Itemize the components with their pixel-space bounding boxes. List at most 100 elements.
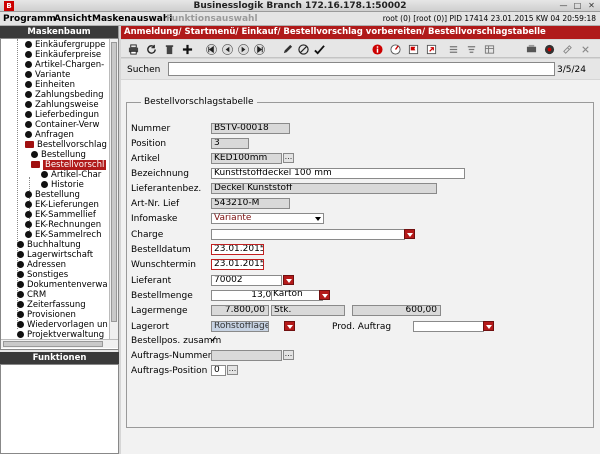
- tree-item[interactable]: Provisionen: [17, 310, 76, 320]
- menu-ansicht[interactable]: Ansicht: [54, 14, 92, 24]
- tree-item[interactable]: Wiedervorlagen un: [17, 320, 108, 330]
- prod-auftrag-dropdown-icon[interactable]: [483, 321, 494, 331]
- export-icon[interactable]: [425, 43, 437, 55]
- menu-funktionsauswahl[interactable]: Funktionsauswahl: [166, 14, 258, 24]
- attach-icon[interactable]: [543, 43, 555, 55]
- auftrags-nummer-field[interactable]: [211, 350, 282, 361]
- tree-item-selected[interactable]: Bestellvorschl: [31, 160, 107, 170]
- link-icon[interactable]: [561, 43, 573, 55]
- artikel-field[interactable]: KED100mm: [211, 153, 282, 164]
- add-icon[interactable]: [181, 43, 193, 55]
- save-icon[interactable]: [313, 43, 325, 55]
- tree-item[interactable]: Dokumentenverwa: [17, 280, 108, 290]
- infomaske-select[interactable]: Variante: [211, 213, 324, 224]
- auftrags-position-field[interactable]: 0: [211, 365, 226, 376]
- lagerort-dropdown-icon[interactable]: [284, 321, 295, 331]
- target-icon[interactable]: [389, 43, 401, 55]
- tree-item-bestellvorschlag[interactable]: Bestellvorschlag: [25, 140, 107, 150]
- tree-item[interactable]: Einkäufergruppe: [25, 40, 105, 50]
- charge-dropdown-icon[interactable]: [404, 229, 415, 239]
- tree-node-icon: [17, 281, 24, 288]
- tree-item[interactable]: Bestellung: [31, 150, 86, 160]
- tree-item[interactable]: Lieferbedingun: [25, 110, 99, 120]
- tree-item[interactable]: EK-Rechnungen: [25, 220, 101, 230]
- last-icon[interactable]: [253, 43, 265, 55]
- tree-node-icon: [17, 321, 24, 328]
- lagerort-field[interactable]: Rohstofflager: [211, 321, 269, 332]
- edit-icon[interactable]: [281, 43, 293, 55]
- artikel-lookup-button[interactable]: ...: [283, 153, 294, 163]
- flag-icon[interactable]: [407, 43, 419, 55]
- bestellpos-checkbox[interactable]: ✓: [210, 335, 218, 345]
- tree-item[interactable]: Zeiterfassung: [17, 300, 86, 310]
- scrollbar-thumb[interactable]: [111, 42, 117, 322]
- search-input[interactable]: [168, 62, 555, 76]
- tree-item[interactable]: EK-Sammelrech: [25, 230, 101, 240]
- minimize-icon[interactable]: —: [559, 1, 568, 10]
- refresh-icon[interactable]: [145, 43, 157, 55]
- position-field[interactable]: 3: [211, 138, 249, 149]
- close-icon[interactable]: [579, 43, 591, 55]
- tree-item[interactable]: Historie: [41, 180, 84, 190]
- artnr-lief-field[interactable]: 543210-M: [211, 198, 290, 209]
- next-icon[interactable]: [237, 43, 249, 55]
- prod-auftrag-label: Prod. Auftrag: [332, 322, 392, 332]
- tree-item[interactable]: Artikel-Chargen-: [25, 60, 104, 70]
- auftrags-nummer-lookup-button[interactable]: ...: [283, 350, 294, 360]
- lieferant-dropdown-icon[interactable]: [283, 275, 294, 285]
- prev-icon[interactable]: [221, 43, 233, 55]
- scrollbar-thumb[interactable]: [3, 341, 103, 347]
- first-icon[interactable]: [205, 43, 217, 55]
- tree-item[interactable]: Buchhaltung: [17, 240, 81, 250]
- info-icon[interactable]: [371, 43, 383, 55]
- settings-icon[interactable]: [525, 43, 537, 55]
- delete-icon[interactable]: [163, 43, 175, 55]
- wunschtermin-field[interactable]: 23.01.2015: [211, 259, 264, 270]
- unit-dropdown-icon[interactable]: [319, 290, 330, 300]
- tree-item[interactable]: EK-Sammellief: [25, 210, 96, 220]
- menu-programm[interactable]: Programm: [3, 14, 56, 24]
- menu-maskenauswahl[interactable]: Maskenauswahl: [92, 14, 172, 24]
- list-icon[interactable]: [447, 43, 459, 55]
- maximize-icon[interactable]: □: [573, 1, 582, 10]
- tree-node-icon: [17, 291, 24, 298]
- tree-item[interactable]: CRM: [17, 290, 46, 300]
- tree-item[interactable]: Einkäuferpreise: [25, 50, 101, 60]
- tree-item[interactable]: Artikel-Char: [41, 170, 101, 180]
- lagermenge-field[interactable]: 7.800,00: [211, 305, 269, 316]
- tree-item[interactable]: Zahlungsweise: [25, 100, 99, 110]
- bestellpos-label: Bestellpos. zusamm: [131, 336, 222, 346]
- infomaske-label: Infomaske: [131, 214, 178, 224]
- tree-item[interactable]: Anfragen: [25, 130, 74, 140]
- tree-horizontal-scrollbar[interactable]: [1, 339, 118, 348]
- bestelldatum-field[interactable]: 23.01.2015: [211, 244, 264, 255]
- tree-item[interactable]: Adressen: [17, 260, 66, 270]
- tree-node-icon: [25, 61, 32, 68]
- tree-item[interactable]: Zahlungsbeding: [25, 90, 104, 100]
- lagermenge-extra[interactable]: 600,00: [352, 305, 441, 316]
- close-window-icon[interactable]: ✕: [587, 1, 596, 10]
- lagermenge-unit[interactable]: Stk.: [271, 305, 345, 316]
- tree-vertical-scrollbar[interactable]: [109, 39, 118, 339]
- nummer-label: Nummer: [131, 124, 171, 134]
- tree-item[interactable]: EK-Lieferungen: [25, 200, 99, 210]
- table-icon[interactable]: [483, 43, 495, 55]
- lieferant-field[interactable]: 70002: [211, 275, 282, 286]
- filter-icon[interactable]: [465, 43, 477, 55]
- auftrags-position-lookup-button[interactable]: ...: [227, 365, 238, 375]
- tree-item[interactable]: Container-Verw: [25, 120, 99, 130]
- funktionen-header: Funktionen: [0, 352, 119, 364]
- cancel-icon[interactable]: [297, 43, 309, 55]
- tree-item[interactable]: Variante: [25, 70, 70, 80]
- lieferantenbez-field[interactable]: Deckel Kunststoff: [211, 183, 437, 194]
- tree-item[interactable]: Lagerwirtschaft: [17, 250, 93, 260]
- print-icon[interactable]: [127, 43, 139, 55]
- tree-item[interactable]: Sonstiges: [17, 270, 68, 280]
- tree-item[interactable]: Bestellung: [25, 190, 80, 200]
- tree-item[interactable]: Einheiten: [25, 80, 75, 90]
- tree-node-icon: [25, 211, 32, 218]
- charge-field[interactable]: [211, 229, 405, 240]
- nummer-field[interactable]: BSTV-00018: [211, 123, 290, 134]
- bezeichnung-field[interactable]: Kunstfstoffdeckel 100 mm: [211, 168, 465, 179]
- prod-auftrag-field[interactable]: [413, 321, 484, 332]
